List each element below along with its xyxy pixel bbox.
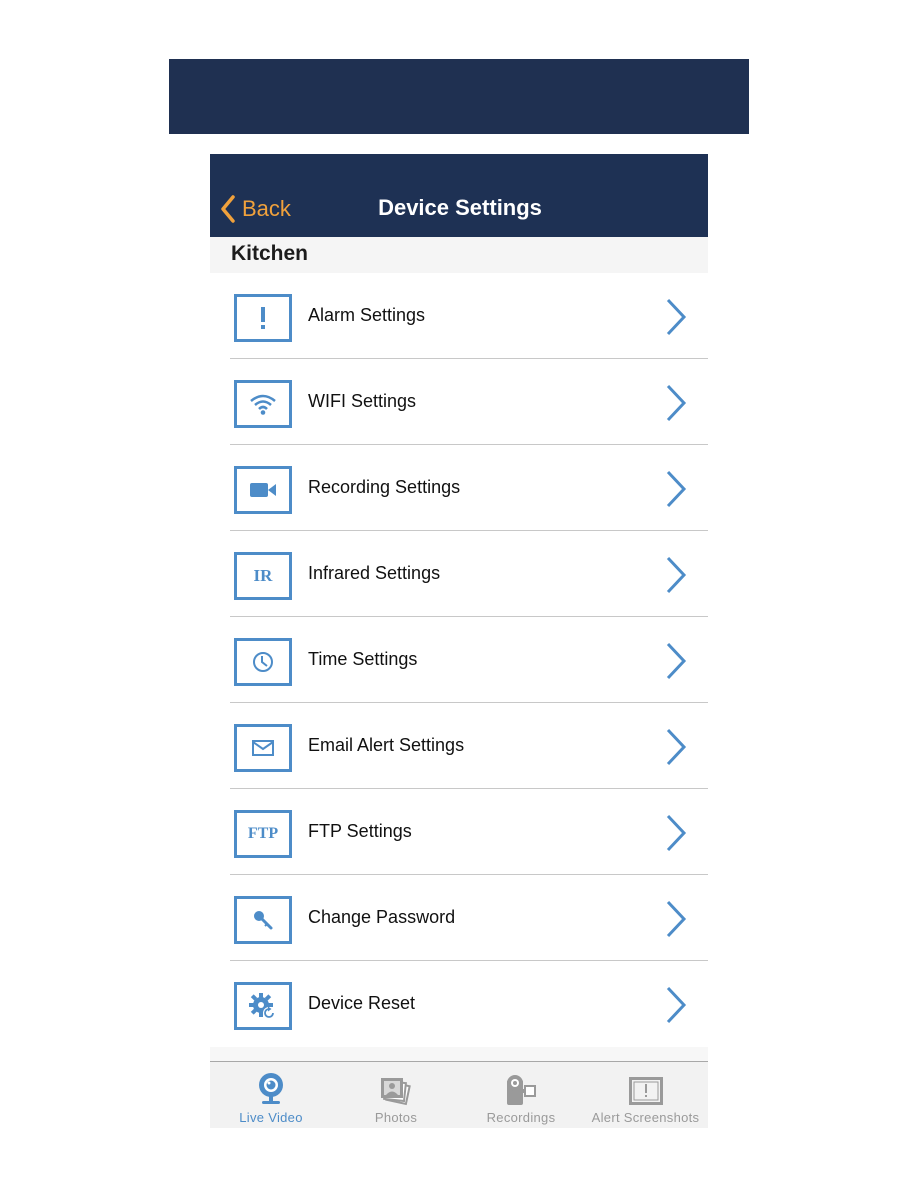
chevron-right-icon (664, 469, 688, 514)
chevron-right-icon (664, 813, 688, 858)
tab-recordings[interactable]: Recordings (472, 1062, 570, 1128)
settings-item-time[interactable]: Time Settings (210, 617, 708, 703)
envelope-icon (234, 724, 292, 772)
settings-item-device-reset[interactable]: Device Reset (210, 961, 708, 1047)
video-camera-icon (234, 466, 292, 514)
alert-icon (234, 294, 292, 342)
navigation-bar: Back Device Settings (210, 154, 708, 237)
tab-bar: Live Video Photos Recordings Alert Scree… (210, 1061, 708, 1128)
tab-photos[interactable]: Photos (347, 1062, 445, 1128)
gear-reset-icon (234, 982, 292, 1030)
top-banner (169, 59, 749, 134)
settings-item-label: Device Reset (308, 993, 416, 1013)
chevron-right-icon (664, 641, 688, 686)
settings-item-email-alert[interactable]: Email Alert Settings (210, 703, 708, 789)
alert-screenshot-icon (628, 1068, 664, 1106)
settings-item-label: Change Password (308, 907, 456, 927)
camcorder-icon (505, 1068, 537, 1106)
key-icon (234, 896, 292, 944)
wifi-icon (234, 380, 292, 428)
chevron-right-icon (664, 985, 688, 1030)
settings-item-recording[interactable]: Recording Settings (210, 445, 708, 531)
settings-item-label: WIFI Settings (308, 391, 417, 411)
chevron-right-icon (664, 297, 688, 342)
chevron-right-icon (664, 383, 688, 428)
settings-item-ftp[interactable]: FTP FTP Settings (210, 789, 708, 875)
chevron-right-icon (664, 555, 688, 600)
settings-item-label: Recording Settings (308, 477, 461, 497)
ftp-icon-text: FTP (247, 825, 279, 842)
tab-live-video[interactable]: Live Video (222, 1062, 320, 1128)
settings-item-change-password[interactable]: Change Password (210, 875, 708, 961)
infrared-icon: IR (234, 552, 292, 600)
page-title: Device Settings (378, 195, 542, 220)
settings-item-alarm[interactable]: Alarm Settings (210, 273, 708, 359)
settings-item-wifi[interactable]: WIFI Settings (210, 359, 708, 445)
tab-label: Live Video (239, 1110, 303, 1125)
settings-item-label: FTP Settings (308, 821, 412, 841)
tab-label: Alert Screenshots (591, 1110, 700, 1125)
infrared-icon-text: IR (253, 566, 273, 585)
webcam-icon (257, 1068, 285, 1106)
section-header: Kitchen (210, 237, 708, 273)
settings-item-label: Email Alert Settings (308, 735, 465, 755)
tab-label: Photos (374, 1110, 418, 1125)
chevron-right-icon (664, 727, 688, 772)
device-name: Kitchen (231, 242, 309, 265)
tab-alert-screenshots[interactable]: Alert Screenshots (583, 1062, 708, 1128)
device-settings-screen: Back Device Settings Kitchen Alarm Setti… (210, 154, 708, 1128)
settings-item-label: Infrared Settings (308, 563, 441, 583)
settings-list: Alarm Settings WIFI Settings Recording S… (210, 273, 708, 1047)
settings-item-label: Time Settings (308, 649, 418, 669)
chevron-right-icon (664, 899, 688, 944)
photos-icon (380, 1068, 412, 1106)
settings-item-label: Alarm Settings (308, 305, 426, 325)
settings-item-infrared[interactable]: IR Infrared Settings (210, 531, 708, 617)
tab-label: Recordings (486, 1110, 556, 1125)
clock-icon (234, 638, 292, 686)
ftp-icon: FTP (234, 810, 292, 858)
list-footer (210, 1047, 708, 1061)
